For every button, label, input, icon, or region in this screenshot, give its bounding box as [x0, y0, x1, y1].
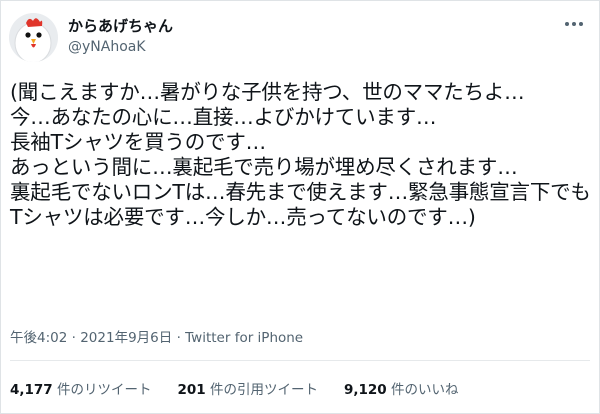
- user-handle[interactable]: @yNAhoaK: [68, 38, 146, 56]
- divider: [10, 360, 590, 361]
- display-name[interactable]: からあげちゃん: [68, 16, 173, 36]
- retweets-stat[interactable]: 4,177 件のリツイート: [10, 381, 152, 399]
- likes-stat[interactable]: 9,120 件のいいね: [344, 381, 459, 399]
- retweets-label: 件のリツイート: [57, 382, 152, 398]
- tweet-stats: 4,177 件のリツイート 201 件の引用ツイート 9,120 件のいいね: [10, 381, 458, 399]
- tweet-source[interactable]: Twitter for iPhone: [185, 330, 303, 346]
- tweet-meta: 午後4:02 · 2021年9月6日 · Twitter for iPhone: [10, 329, 303, 347]
- quotes-label: 件の引用ツイート: [209, 382, 318, 398]
- tweet-date[interactable]: 2021年9月6日: [80, 330, 172, 346]
- likes-label: 件のいいね: [390, 382, 459, 398]
- retweets-count: 4,177: [10, 382, 53, 398]
- more-options-button[interactable]: [562, 12, 586, 36]
- meta-separator-dot: ·: [176, 330, 181, 346]
- likes-count: 9,120: [343, 382, 387, 398]
- meta-separator: ·: [71, 330, 81, 346]
- tweet-time[interactable]: 午後4:02: [10, 330, 67, 346]
- tweet-text: (聞こえますか…暑がりな子供を持つ、世のママたちよ… 今…あなたの心に…直接…よ…: [10, 80, 591, 229]
- more-horizontal-icon: [565, 22, 583, 26]
- chicken-avatar-icon: [9, 13, 58, 62]
- quotes-stat[interactable]: 201 件の引用ツイート: [178, 381, 318, 399]
- quotes-count: 201: [177, 382, 206, 398]
- avatar[interactable]: [9, 13, 58, 62]
